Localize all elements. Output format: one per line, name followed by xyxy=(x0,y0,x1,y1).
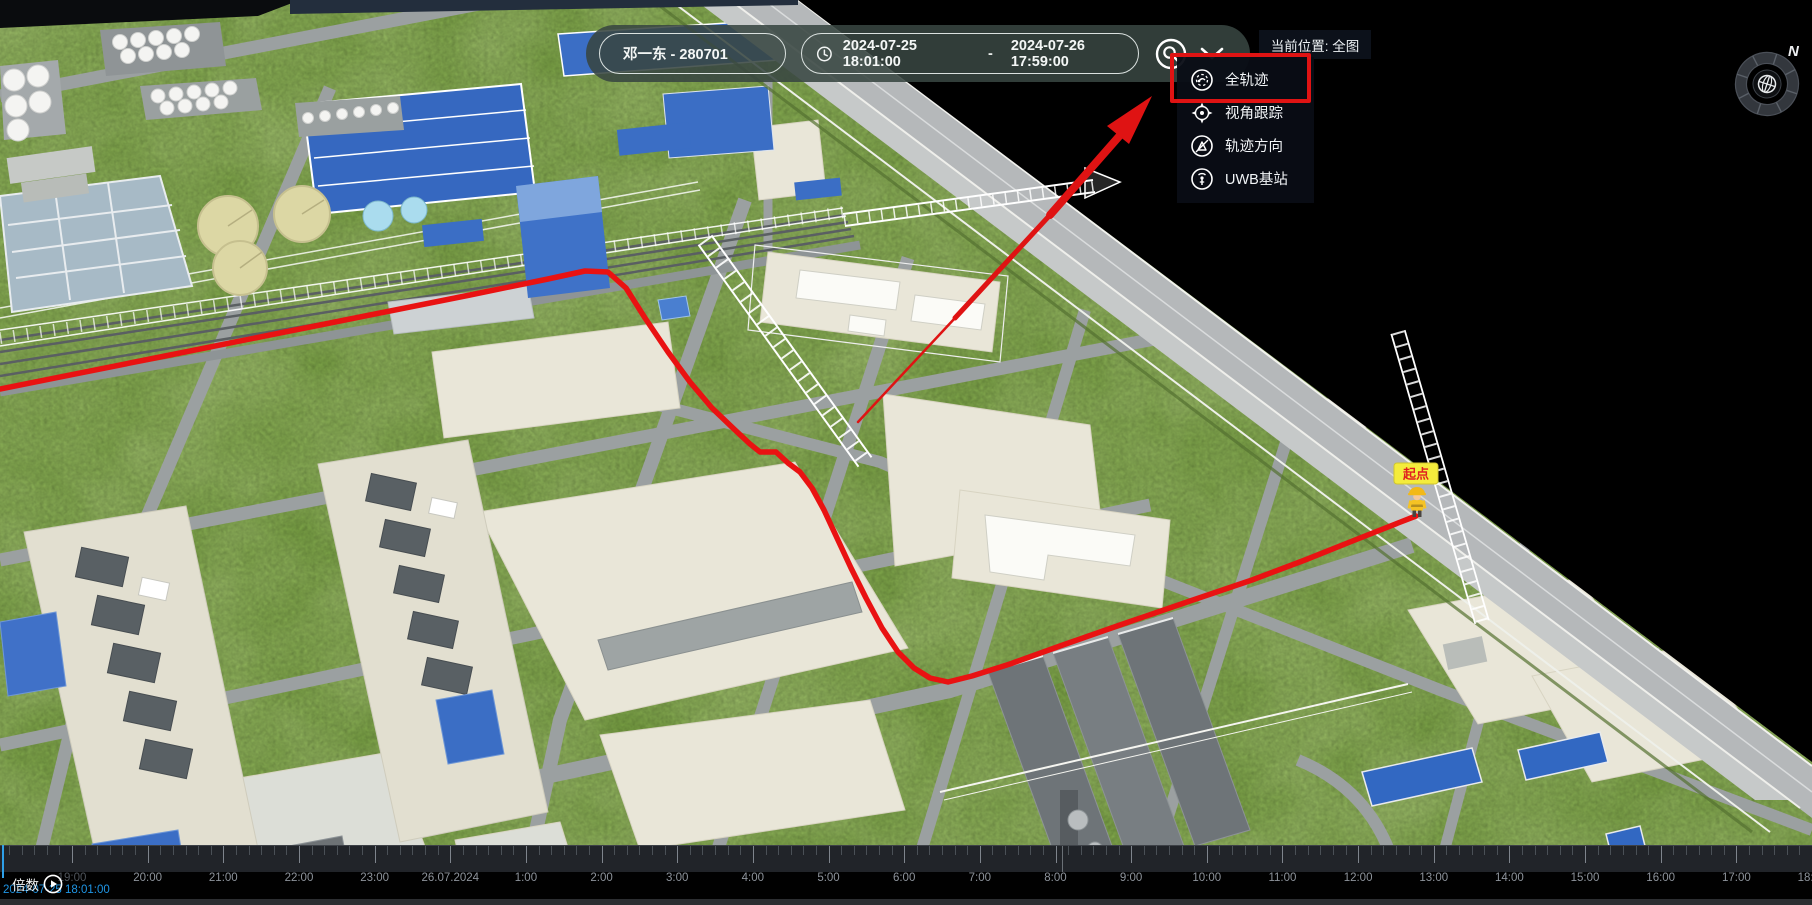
current-location-text: 当前位置: 全图 xyxy=(1271,35,1360,55)
menu-item-label: 全轨迹 xyxy=(1225,69,1269,90)
timeline-tick-label: 20:00 xyxy=(108,872,188,884)
timeline-tick-label: 10:00 xyxy=(1167,872,1247,884)
menu-item-label: 轨迹方向 xyxy=(1225,135,1283,156)
menu-item-label: 视角跟踪 xyxy=(1225,102,1283,123)
menu-item-label: UWB基站 xyxy=(1225,168,1288,189)
view-follow-icon xyxy=(1190,101,1214,125)
clock-icon xyxy=(816,45,833,63)
date-range-separator: - xyxy=(988,46,993,62)
timeline-tick-labels: 19:0020:0021:0022:0023:0026.07.20241:002… xyxy=(0,872,1812,888)
timeline-tick-label: 17:00 xyxy=(1696,872,1776,884)
timeline-tick-label: 4:00 xyxy=(713,872,793,884)
person-select[interactable]: 邓一东 - 280701 xyxy=(599,33,786,74)
timeline-tick-label: 13:00 xyxy=(1394,872,1474,884)
timeline-tick-label: 3:00 xyxy=(637,872,717,884)
play-icon xyxy=(51,880,57,888)
timeline-hover-playhead xyxy=(1062,846,1063,872)
timeline-tick-label: 14:00 xyxy=(1469,872,1549,884)
timeline-tick-label: 8:00 xyxy=(1015,872,1095,884)
timeline-tick-label: 9:00 xyxy=(1091,872,1171,884)
timeline-tick-label: 23:00 xyxy=(335,872,415,884)
map-3d-view[interactable]: 起点 xyxy=(0,0,1812,905)
app: 起点 邓一东 - 280701 2024-07-25 18:01:00 - 20… xyxy=(0,0,1812,905)
timeline-tick-label: 18:00 xyxy=(1772,872,1812,884)
menu-item-view-follow[interactable]: 视角跟踪 xyxy=(1177,96,1314,129)
person-select-value: 邓一东 - 280701 xyxy=(623,43,728,64)
timeline-tick-label: 15:00 xyxy=(1545,872,1625,884)
timeline-tick-label: 22:00 xyxy=(259,872,339,884)
start-point-label: 起点 xyxy=(1402,467,1429,482)
current-location-badge: 当前位置: 全图 xyxy=(1259,30,1371,59)
timeline-tick-label: 2:00 xyxy=(562,872,642,884)
compass-north-label: N xyxy=(1788,43,1800,60)
uwb-station-icon xyxy=(1190,167,1214,191)
menu-item-full-trajectory[interactable]: 全轨迹 xyxy=(1177,63,1314,96)
timeline-tick-label: 7:00 xyxy=(940,872,1020,884)
date-range-end: 2024-07-26 17:59:00 xyxy=(1011,38,1138,70)
timeline-tick-label: 12:00 xyxy=(1318,872,1398,884)
menu-item-trajectory-direction[interactable]: 轨迹方向 xyxy=(1177,129,1314,162)
timeline-tick-label: 6:00 xyxy=(864,872,944,884)
timeline-bottom-strip xyxy=(0,899,1812,905)
timeline-bar: 19:0020:0021:0022:0023:0026.07.20241:002… xyxy=(0,845,1812,905)
compass-widget[interactable]: N xyxy=(1722,32,1812,124)
menu-item-uwb-station[interactable]: UWB基站 xyxy=(1177,162,1314,195)
date-range-picker[interactable]: 2024-07-25 18:01:00 - 2024-07-26 17:59:0… xyxy=(801,33,1139,74)
timeline-tick-label: 21:00 xyxy=(183,872,263,884)
timeline-tick-label: 11:00 xyxy=(1242,872,1322,884)
full-trajectory-icon xyxy=(1190,68,1214,92)
timeline-ruler[interactable] xyxy=(0,845,1812,872)
timeline-tick-label: 26.07.2024 xyxy=(410,872,490,884)
speed-multiplier-label[interactable]: 倍数 xyxy=(12,874,39,894)
compass-icon: N xyxy=(1722,32,1812,124)
timeline-tick-label: 1:00 xyxy=(486,872,566,884)
timeline-playhead[interactable] xyxy=(2,845,4,878)
timeline-tick-label: 16:00 xyxy=(1621,872,1701,884)
date-range-start: 2024-07-25 18:01:00 xyxy=(843,38,970,70)
layer-dropdown-menu: 全轨迹 视角跟踪 轨迹方向 UWB基站 xyxy=(1177,57,1314,203)
play-button[interactable] xyxy=(43,874,63,894)
playback-controls: 倍数 xyxy=(12,874,63,894)
top-search-bar: 邓一东 - 280701 2024-07-25 18:01:00 - 2024-… xyxy=(586,25,1250,82)
timeline-tick-label: 5:00 xyxy=(789,872,869,884)
trajectory-direction-icon xyxy=(1190,134,1214,158)
